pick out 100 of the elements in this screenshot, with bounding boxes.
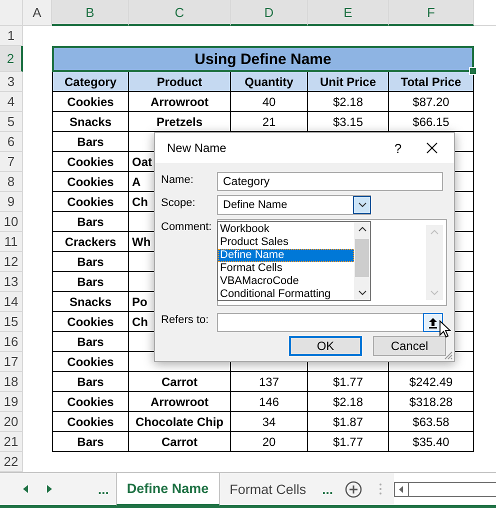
scroll-left-icon[interactable] [23,485,28,493]
list-item[interactable]: Define Name [218,249,354,262]
row-header[interactable]: 10 [0,212,23,232]
scroll-right-icon[interactable] [47,485,52,493]
row-header[interactable]: 4 [0,92,23,112]
chevron-down-icon [358,202,366,208]
table-cell: Bars [52,272,129,292]
table-cell: Cookies [52,352,129,372]
table-cell: $35.40 [389,432,474,452]
row-header[interactable]: 13 [0,272,23,292]
row-header[interactable]: 18 [0,372,23,392]
table-cell: Bars [52,132,129,152]
field-label: Name: [161,173,194,188]
row-header[interactable]: 1 [0,26,23,46]
column-header[interactable]: C [129,0,231,26]
column-heading: Product [129,72,231,92]
table-title: Using Define Name [52,46,474,72]
row-header[interactable]: 6 [0,132,23,152]
arrow-up-icon [428,316,438,328]
add-sheet-icon[interactable] [344,480,362,498]
dialog-title: New Name [167,141,228,155]
table-cell: 34 [231,412,308,432]
table-cell: Bars [52,332,129,352]
column-heading: Unit Price [308,72,389,92]
more-tabs-button[interactable]: ... [98,473,116,505]
table-cell: Bars [52,252,129,272]
table-cell: Cookies [52,152,129,172]
scroll-down-icon [430,290,439,296]
table-cell: $87.20 [389,92,474,112]
field-label: Comment: [161,220,213,235]
list-item[interactable]: Format Cells [218,262,354,275]
column-header[interactable]: A [23,0,52,26]
row-header[interactable]: 14 [0,292,23,312]
table-cell: Cookies [52,312,129,332]
table-cell: Bars [52,432,129,452]
scroll-left-icon[interactable] [399,486,404,492]
field-label: Refers to: [161,313,210,328]
row-header[interactable]: 21 [0,432,23,452]
column-heading: Quantity [231,72,308,92]
resize-grip-icon[interactable] [444,351,453,360]
scroll-thumb[interactable] [355,239,369,277]
table-cell: Chocolate Chip [129,412,231,432]
sheet-tab[interactable]: Define Name [116,473,220,506]
column-header[interactable]: D [231,0,308,26]
table-cell: $1.77 [308,432,389,452]
table-cell: Snacks [52,292,129,312]
name-field[interactable]: Category [217,172,443,191]
row-header[interactable]: 19 [0,392,23,412]
table-cell: $2.18 [308,392,389,412]
row-header[interactable]: 20 [0,412,23,432]
scroll-up-icon[interactable] [358,226,366,232]
table-cell: 146 [231,392,308,412]
row-header[interactable]: 12 [0,252,23,272]
horizontal-scrollbar[interactable] [394,482,496,496]
table-cell: $2.18 [308,92,389,112]
row-header[interactable]: 16 [0,332,23,352]
row-header[interactable]: 17 [0,352,23,372]
row-header[interactable]: 22 [0,452,23,472]
collapse-button[interactable] [423,313,443,332]
table-cell: Arrowroot [129,392,231,412]
dialog-button[interactable]: Cancel [373,336,446,356]
list-item[interactable]: VBAMacroCode [218,275,354,288]
scroll-up-icon [430,229,439,235]
table-cell: Carrot [129,432,231,452]
table-cell: $1.87 [308,412,389,432]
column-header[interactable]: F [389,0,474,26]
row-header[interactable]: 8 [0,172,23,192]
field-label: Scope: [161,196,196,211]
table-cell: Cookies [52,92,129,112]
table-cell: Snacks [52,112,129,132]
scope-dropdown[interactable]: Define Name [217,195,371,215]
column-header[interactable]: E [308,0,389,26]
column-header[interactable]: B [52,0,129,26]
table-cell: 20 [231,432,308,452]
table-cell: Cookies [52,192,129,212]
refers-to-field[interactable] [217,313,443,332]
table-cell: 137 [231,372,308,392]
more-tabs-button[interactable]: ... [316,473,345,505]
table-cell: Crackers [52,232,129,252]
table-cell: $318.28 [389,392,474,412]
row-header[interactable]: 9 [0,192,23,212]
help-button[interactable]: ? [378,138,418,158]
row-header[interactable]: 7 [0,152,23,172]
table-cell: Arrowroot [129,92,231,112]
table-cell: Bars [52,372,129,392]
table-cell: Bars [52,212,129,232]
table-cell: 40 [231,92,308,112]
table-cell: Carrot [129,372,231,392]
table-cell: Cookies [52,392,129,412]
table-cell: $63.58 [389,412,474,432]
row-header[interactable]: 15 [0,312,23,332]
row-header[interactable]: 5 [0,112,23,132]
row-header[interactable]: 3 [0,72,23,92]
row-header[interactable]: 2 [0,46,23,72]
column-heading: Category [52,72,129,92]
sheet-tab[interactable]: Format Cells [220,473,316,505]
close-icon[interactable] [426,142,438,154]
row-header[interactable]: 11 [0,232,23,252]
scroll-down-icon[interactable] [358,290,366,296]
dialog-button[interactable]: OK [289,336,362,356]
